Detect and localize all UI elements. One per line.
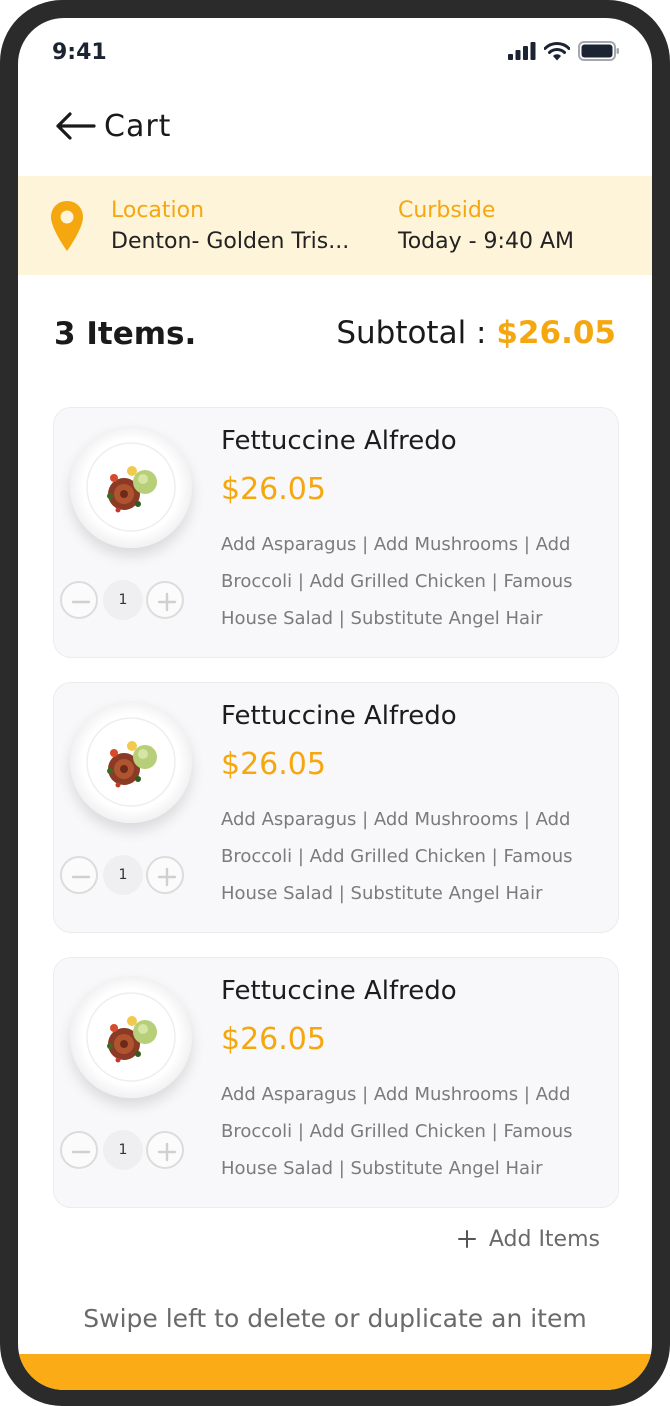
item-modifiers: Add Asparagus | Add Mushrooms | Add Broc… — [221, 1084, 573, 1179]
wifi-icon — [544, 41, 570, 60]
location-label: Location — [111, 198, 205, 223]
minus-icon — [71, 1150, 91, 1154]
battery-icon — [578, 41, 619, 61]
status-icons — [508, 40, 620, 62]
cart-item-card[interactable]: 1 Fettuccine Alfredo $26.05 Add Asparagu… — [53, 682, 619, 933]
minus-icon — [71, 875, 91, 879]
increase-quantity-button[interactable] — [146, 1131, 184, 1169]
item-name: Fettuccine Alfredo — [221, 426, 457, 456]
plus-icon — [157, 867, 177, 887]
swipe-hint: Swipe left to delete or duplicate an ite… — [83, 1304, 587, 1333]
decrease-quantity-button[interactable] — [60, 856, 98, 894]
plus-icon — [457, 1230, 476, 1248]
item-modifiers: Add Asparagus | Add Mushrooms | Add Broc… — [221, 534, 573, 629]
item-name: Fettuccine Alfredo — [221, 976, 457, 1006]
increase-quantity-button[interactable] — [146, 581, 184, 619]
location-value: Denton- Golden Tris... — [111, 229, 350, 254]
cart-item-card[interactable]: 1 Fettuccine Alfredo $26.05 Add Asparagu… — [53, 957, 619, 1208]
item-modifiers: Add Asparagus | Add Mushrooms | Add Broc… — [221, 809, 573, 904]
quantity-value: 1 — [103, 855, 143, 895]
back-arrow-icon[interactable] — [54, 111, 96, 141]
location-pin-icon — [51, 201, 83, 251]
add-items-button[interactable]: Add Items — [457, 1222, 600, 1256]
header: Cart — [54, 104, 171, 148]
phone-frame: 9:41 Cart Location Denton- Golden Tris..… — [0, 0, 670, 1406]
item-price: $26.05 — [221, 472, 326, 507]
plus-icon — [157, 1142, 177, 1162]
item-price: $26.05 — [221, 747, 326, 782]
pickup-time-info[interactable]: Curbside Today - 9:40 AM — [398, 196, 574, 258]
quantity-stepper[interactable]: 1 — [60, 1130, 186, 1170]
checkout-bar[interactable] — [18, 1354, 652, 1390]
page-title: Cart — [104, 108, 172, 144]
quantity-stepper[interactable]: 1 — [60, 855, 186, 895]
item-image — [70, 426, 192, 548]
pickup-info-banner[interactable]: Location Denton- Golden Tris... Curbside… — [18, 176, 652, 275]
subtotal: Subtotal : $26.05 — [336, 315, 616, 351]
add-items-label: Add Items — [488, 1226, 600, 1252]
quantity-stepper[interactable]: 1 — [60, 580, 186, 620]
pickup-label: Curbside — [398, 198, 496, 223]
item-name: Fettuccine Alfredo — [221, 701, 457, 731]
pickup-time-value: Today - 9:40 AM — [398, 229, 574, 254]
decrease-quantity-button[interactable] — [60, 1131, 98, 1169]
screen: 9:41 Cart Location Denton- Golden Tris..… — [18, 18, 652, 1390]
minus-icon — [71, 600, 91, 604]
quantity-value: 1 — [103, 1130, 143, 1170]
increase-quantity-button[interactable] — [146, 856, 184, 894]
plus-icon — [157, 592, 177, 612]
cart-item-card[interactable]: 1 Fettuccine Alfredo $26.05 Add Asparagu… — [53, 407, 619, 658]
signal-icon — [508, 42, 536, 60]
quantity-value: 1 — [103, 580, 143, 620]
subtotal-amount: $26.05 — [496, 315, 616, 351]
location-info[interactable]: Location Denton- Golden Tris... — [111, 196, 349, 258]
status-time: 9:41 — [52, 40, 107, 65]
decrease-quantity-button[interactable] — [60, 581, 98, 619]
items-count: 3 Items. — [54, 316, 197, 352]
item-image — [70, 701, 192, 823]
item-price: $26.05 — [221, 1022, 326, 1057]
item-image — [70, 976, 192, 1098]
subtotal-label: Subtotal : — [336, 315, 497, 351]
